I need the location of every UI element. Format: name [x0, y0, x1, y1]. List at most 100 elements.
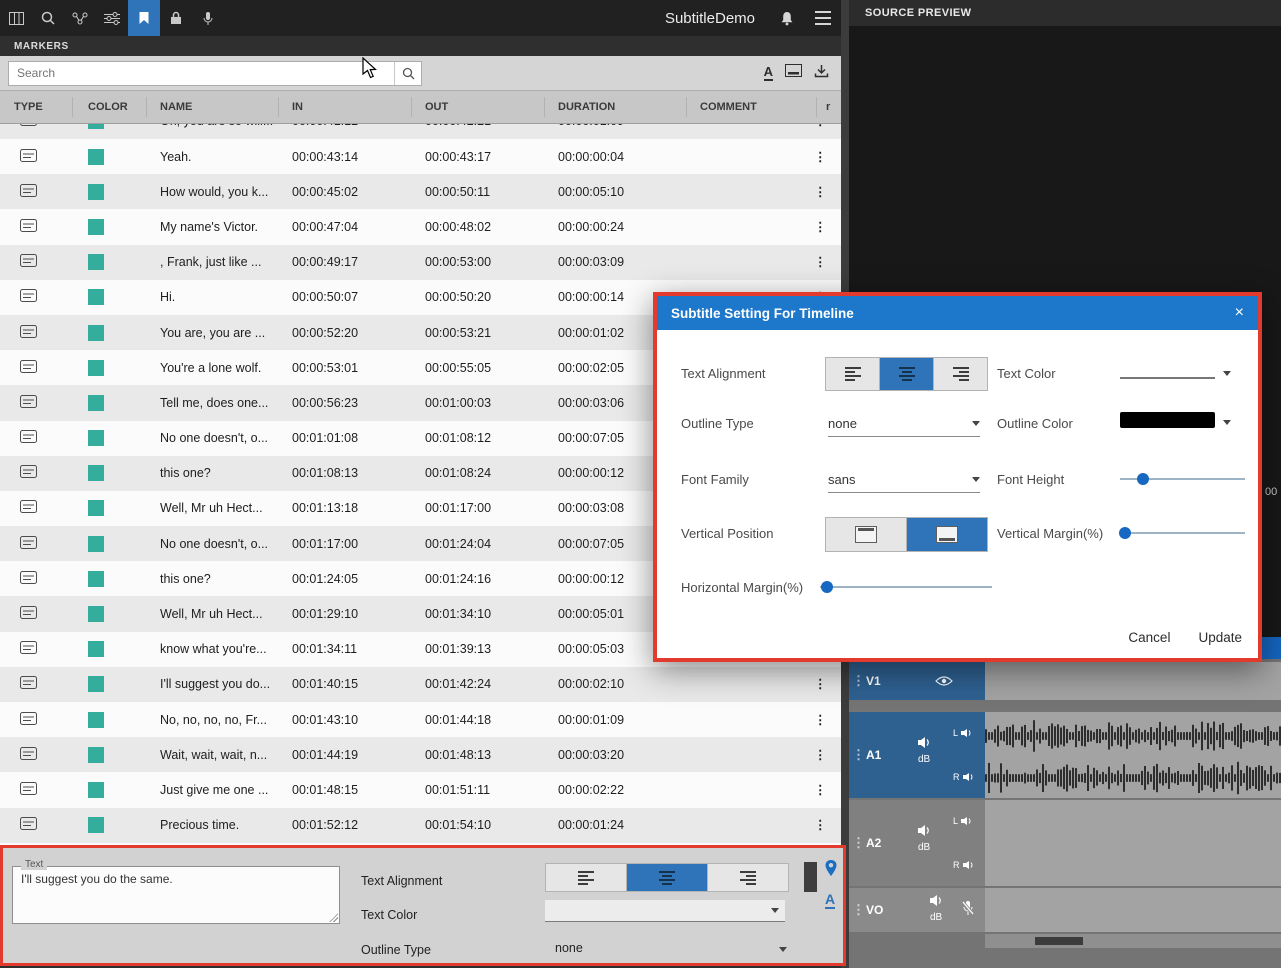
table-row[interactable]: Precious time.00:01:52:1200:01:54:1000:0…	[0, 808, 841, 843]
search-icon[interactable]	[32, 0, 64, 36]
table-row[interactable]: My name's Victor.00:00:47:0400:00:48:020…	[0, 209, 841, 244]
subtitle-text-input[interactable]: I'll suggest you do the same.	[13, 867, 339, 923]
export-download-icon[interactable]	[814, 64, 829, 83]
channel-right[interactable]: R	[953, 772, 975, 782]
col-duration[interactable]: DURATION	[558, 101, 615, 113]
chevron-down-icon[interactable]	[779, 947, 787, 952]
align-right-button[interactable]	[708, 864, 788, 891]
col-type[interactable]: TYPE	[14, 101, 43, 113]
drag-handle-icon[interactable]: ⋮	[852, 673, 865, 689]
row-menu-button[interactable]: ⋮	[814, 749, 827, 762]
font-family-select[interactable]: sans	[828, 466, 980, 493]
table-row[interactable]: Yeah.00:00:43:1400:00:43:1700:00:00:04⋮	[0, 139, 841, 174]
table-row[interactable]: No, no, no, no, Fr...00:01:43:1000:01:44…	[0, 702, 841, 737]
outline-color-dropdown[interactable]	[1120, 412, 1231, 428]
hamburger-menu-icon[interactable]	[805, 0, 841, 36]
editor-outline-type-value[interactable]: none	[555, 941, 583, 955]
col-comment[interactable]: COMMENT	[700, 101, 757, 113]
table-row[interactable]: I'll suggest you do...00:01:40:1500:01:4…	[0, 667, 841, 702]
col-in[interactable]: IN	[292, 101, 303, 113]
row-menu-button[interactable]: ⋮	[814, 256, 827, 269]
table-row[interactable]: How would, you k...00:00:45:0200:00:50:1…	[0, 174, 841, 209]
close-icon[interactable]: ×	[1235, 304, 1244, 322]
channel-left[interactable]: L	[953, 728, 973, 738]
subtitle-type-icon	[20, 289, 37, 305]
vertical-position-bottom-button[interactable]	[907, 518, 987, 551]
microphone-icon[interactable]	[192, 0, 224, 36]
table-row[interactable]: , Frank, just like ...00:00:49:1700:00:5…	[0, 245, 841, 280]
editor-text-color-dropdown[interactable]	[545, 900, 785, 922]
align-center-button[interactable]	[627, 864, 708, 891]
resize-handle-icon[interactable]	[329, 913, 338, 922]
slider-thumb[interactable]	[1119, 527, 1131, 539]
table-row[interactable]: Just give me one ...00:01:48:1500:01:51:…	[0, 772, 841, 807]
table-row[interactable]: Oh, you are so will...00:00:41:1200:00:4…	[0, 124, 841, 139]
search-submit-icon[interactable]	[394, 62, 421, 85]
align-left-button[interactable]	[546, 864, 627, 891]
channel-right[interactable]: R	[953, 860, 975, 870]
row-menu-button[interactable]: ⋮	[814, 221, 827, 234]
timeline-scrollbar[interactable]	[985, 934, 1281, 948]
cancel-button[interactable]: Cancel	[1128, 630, 1170, 645]
vertical-margin-slider[interactable]	[1120, 526, 1245, 540]
search-input[interactable]	[9, 62, 394, 85]
gain-label[interactable]: dB	[918, 842, 930, 853]
slider-thumb[interactable]	[1137, 473, 1149, 485]
row-menu-button[interactable]: ⋮	[814, 784, 827, 797]
vertical-position-top-button[interactable]	[826, 518, 907, 551]
horizontal-margin-slider[interactable]	[820, 580, 992, 594]
slider-thumb[interactable]	[821, 581, 833, 593]
lock-icon[interactable]	[160, 0, 192, 36]
track-header-vo[interactable]: ⋮ VO dB	[849, 888, 985, 932]
text-color-dropdown[interactable]	[1120, 364, 1231, 379]
editor-text-format-icon[interactable]: A	[825, 892, 835, 909]
outline-color-label: Outline Color	[997, 416, 1073, 431]
notifications-bell-icon[interactable]	[769, 0, 805, 36]
row-menu-button[interactable]: ⋮	[814, 150, 827, 163]
row-menu-button[interactable]: ⋮	[814, 678, 827, 691]
col-name[interactable]: NAME	[160, 101, 192, 113]
row-menu-button[interactable]: ⋮	[814, 186, 827, 199]
track-content-v1[interactable]	[985, 662, 1281, 700]
drag-handle-icon[interactable]: ⋮	[852, 902, 865, 918]
update-button[interactable]: Update	[1198, 630, 1242, 645]
subtitle-type-icon	[20, 395, 37, 411]
font-height-slider[interactable]	[1120, 472, 1245, 486]
drag-handle-icon[interactable]: ⋮	[852, 835, 865, 851]
align-center-button[interactable]	[880, 358, 934, 390]
drag-handle-icon[interactable]: ⋮	[852, 747, 865, 763]
eye-icon[interactable]	[935, 674, 953, 692]
row-menu-button[interactable]: ⋮	[814, 124, 827, 128]
align-right-button[interactable]	[934, 358, 987, 390]
track-content-vo[interactable]	[985, 888, 1281, 932]
align-left-button[interactable]	[826, 358, 880, 390]
nodes-icon[interactable]	[64, 0, 96, 36]
track-header-a1[interactable]: ⋮ A1 dB L R	[849, 712, 985, 798]
channel-left[interactable]: L	[953, 816, 973, 826]
speaker-icon[interactable]	[929, 894, 945, 912]
marker-icon[interactable]	[128, 0, 160, 36]
col-out[interactable]: OUT	[425, 101, 448, 113]
tune-icon[interactable]	[96, 0, 128, 36]
outline-type-select[interactable]: none	[828, 410, 980, 437]
speaker-icon[interactable]	[917, 736, 933, 754]
timeline-scrollbar-thumb[interactable]	[1035, 937, 1083, 945]
track-header-v1[interactable]: ⋮ V1	[849, 662, 985, 700]
track-header-a2[interactable]: ⋮ A2 dB L R	[849, 800, 985, 886]
track-content-a2[interactable]	[985, 800, 1281, 886]
subtitle-view-icon[interactable]	[785, 64, 802, 82]
text-format-icon[interactable]: A	[764, 65, 773, 81]
row-menu-button[interactable]: ⋮	[814, 819, 827, 832]
col-color[interactable]: COLOR	[88, 101, 128, 113]
marker-in-cell: 00:00:43:14	[292, 150, 358, 164]
columns-icon[interactable]	[0, 0, 32, 36]
track-content-a1[interactable]	[985, 712, 1281, 798]
pin-icon[interactable]	[823, 859, 839, 884]
speaker-icon[interactable]	[917, 824, 933, 842]
mic-muted-icon[interactable]	[961, 900, 975, 922]
gain-label[interactable]: dB	[930, 912, 942, 923]
gain-label[interactable]: dB	[918, 754, 930, 765]
table-row[interactable]: Wait, wait, wait, n...00:01:44:1900:01:4…	[0, 737, 841, 772]
row-menu-button[interactable]: ⋮	[814, 713, 827, 726]
editor-scrollbar-thumb[interactable]	[804, 862, 817, 892]
